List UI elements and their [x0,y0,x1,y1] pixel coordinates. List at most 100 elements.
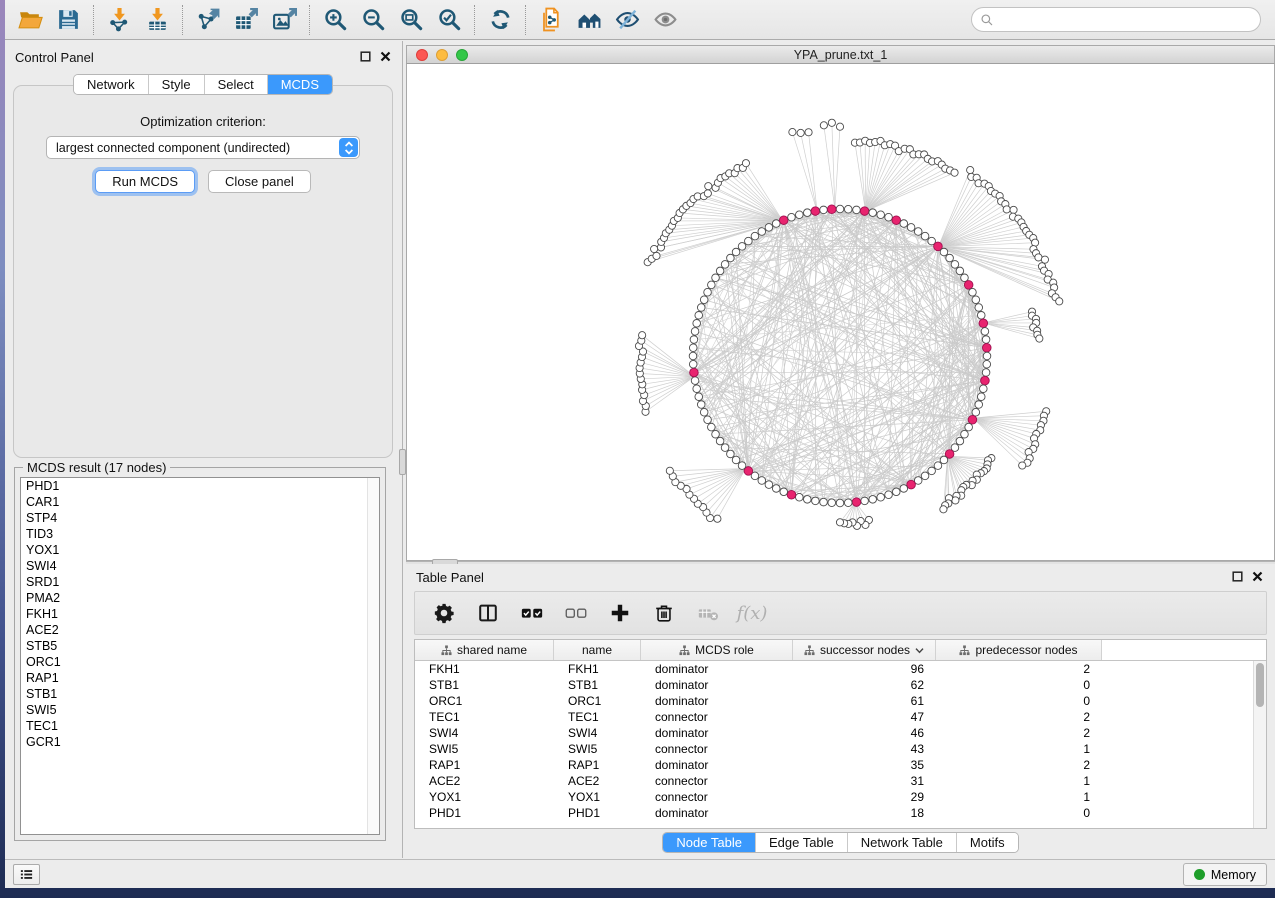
table-row[interactable]: RAP1RAP1dominator352 [415,757,1266,773]
mcds-result-item[interactable]: SWI4 [21,558,379,574]
network-node[interactable] [1019,462,1026,469]
float-table-panel-icon[interactable] [1232,571,1243,582]
network-node[interactable] [972,296,980,304]
network-node[interactable] [697,401,705,409]
tab-network-table[interactable]: Network Table [848,833,957,852]
mcds-result-item[interactable]: STB1 [21,686,379,702]
network-node[interactable] [758,477,766,485]
network-node[interactable] [691,377,699,385]
network-node[interactable] [975,401,983,409]
minimize-window-icon[interactable] [436,49,448,61]
table-row[interactable]: PHD1PHD1dominator180 [415,805,1266,821]
mcds-node[interactable] [787,490,796,499]
zoom-in-button[interactable] [316,4,354,36]
show-columns-button[interactable] [473,598,503,628]
mcds-node[interactable] [860,207,869,216]
mcds-result-item[interactable]: TID3 [21,526,379,542]
network-node[interactable] [934,462,942,470]
network-node[interactable] [639,332,646,339]
network-node[interactable] [946,254,954,262]
network-node[interactable] [861,497,869,505]
refresh-network-button[interactable] [481,4,519,36]
mcds-node[interactable] [979,319,988,328]
close-panel-button[interactable]: Close panel [208,170,311,193]
network-node[interactable] [727,254,735,262]
network-node[interactable] [820,206,828,214]
import-table-button[interactable] [138,4,176,36]
zoom-fit-button[interactable] [392,4,430,36]
table-row[interactable]: ORC1ORC1dominator610 [415,693,1266,709]
network-node[interactable] [751,232,759,240]
network-node[interactable] [689,360,697,368]
network-node[interactable] [951,261,959,269]
column-settings-button[interactable] [429,598,459,628]
hide-selected-button[interactable] [608,4,646,36]
table-row[interactable]: SWI5SWI5connector431 [415,741,1266,757]
network-node[interactable] [836,123,843,130]
network-node[interactable] [820,498,828,506]
network-node[interactable] [772,220,780,228]
mcds-result-list[interactable]: PHD1CAR1STP4TID3YOX1SWI4SRD1PMA2FKH1ACE2… [20,477,380,835]
network-node[interactable] [982,369,990,377]
network-node[interactable] [708,281,716,289]
task-history-button[interactable] [13,864,40,885]
save-session-button[interactable] [49,4,87,36]
tab-node-table[interactable]: Node Table [663,833,756,852]
show-all-button[interactable] [646,4,684,36]
network-node[interactable] [869,209,877,217]
network-node[interactable] [969,288,977,296]
network-node[interactable] [975,304,983,312]
network-node[interactable] [956,267,964,275]
column-header-successor-nodes[interactable]: successor nodes [793,640,936,660]
network-node[interactable] [651,245,658,252]
network-node[interactable] [1003,206,1010,213]
tab-edge-table[interactable]: Edge Table [756,833,848,852]
network-node[interactable] [885,491,893,499]
network-node[interactable] [940,456,948,464]
mcds-list-scrollbar[interactable] [367,478,379,834]
network-node[interactable] [967,166,974,173]
network-node[interactable] [940,506,947,513]
network-node[interactable] [704,190,711,197]
network-node[interactable] [836,519,843,526]
network-node[interactable] [712,274,720,282]
float-panel-icon[interactable] [360,51,371,62]
network-node[interactable] [796,211,804,219]
network-node[interactable] [797,129,804,136]
close-panel-icon[interactable] [380,51,391,62]
network-node[interactable] [693,385,701,393]
network-node[interactable] [714,515,721,522]
network-node[interactable] [732,456,740,464]
network-node[interactable] [981,328,989,336]
network-node[interactable] [705,183,712,190]
network-node[interactable] [758,228,766,236]
network-node[interactable] [977,393,985,401]
mcds-result-item[interactable]: STB5 [21,638,379,654]
zoom-out-button[interactable] [354,4,392,36]
network-node[interactable] [693,319,701,327]
table-row[interactable]: ACE2ACE2connector311 [415,773,1266,789]
network-node[interactable] [844,499,852,507]
tab-mcds[interactable]: MCDS [268,75,332,94]
column-header-name[interactable]: name [554,640,641,660]
close-table-panel-icon[interactable] [1252,571,1263,582]
network-node[interactable] [980,385,988,393]
table-scrollbar-thumb[interactable] [1256,663,1264,707]
network-canvas[interactable] [406,64,1275,561]
zoom-selected-button[interactable] [430,4,468,36]
network-node[interactable] [982,336,990,344]
network-node[interactable] [812,497,820,505]
export-table-button[interactable] [227,4,265,36]
network-node[interactable] [921,472,929,480]
network-node[interactable] [983,352,991,360]
network-node[interactable] [928,467,936,475]
network-node[interactable] [691,328,699,336]
network-node[interactable] [708,423,716,431]
network-node[interactable] [983,360,991,368]
export-network-button[interactable] [189,4,227,36]
network-node[interactable] [732,248,740,256]
mcds-node[interactable] [811,207,820,216]
network-node[interactable] [951,169,958,176]
network-titlebar[interactable]: YPA_prune.txt_1 [406,45,1275,64]
network-node[interactable] [780,488,788,496]
